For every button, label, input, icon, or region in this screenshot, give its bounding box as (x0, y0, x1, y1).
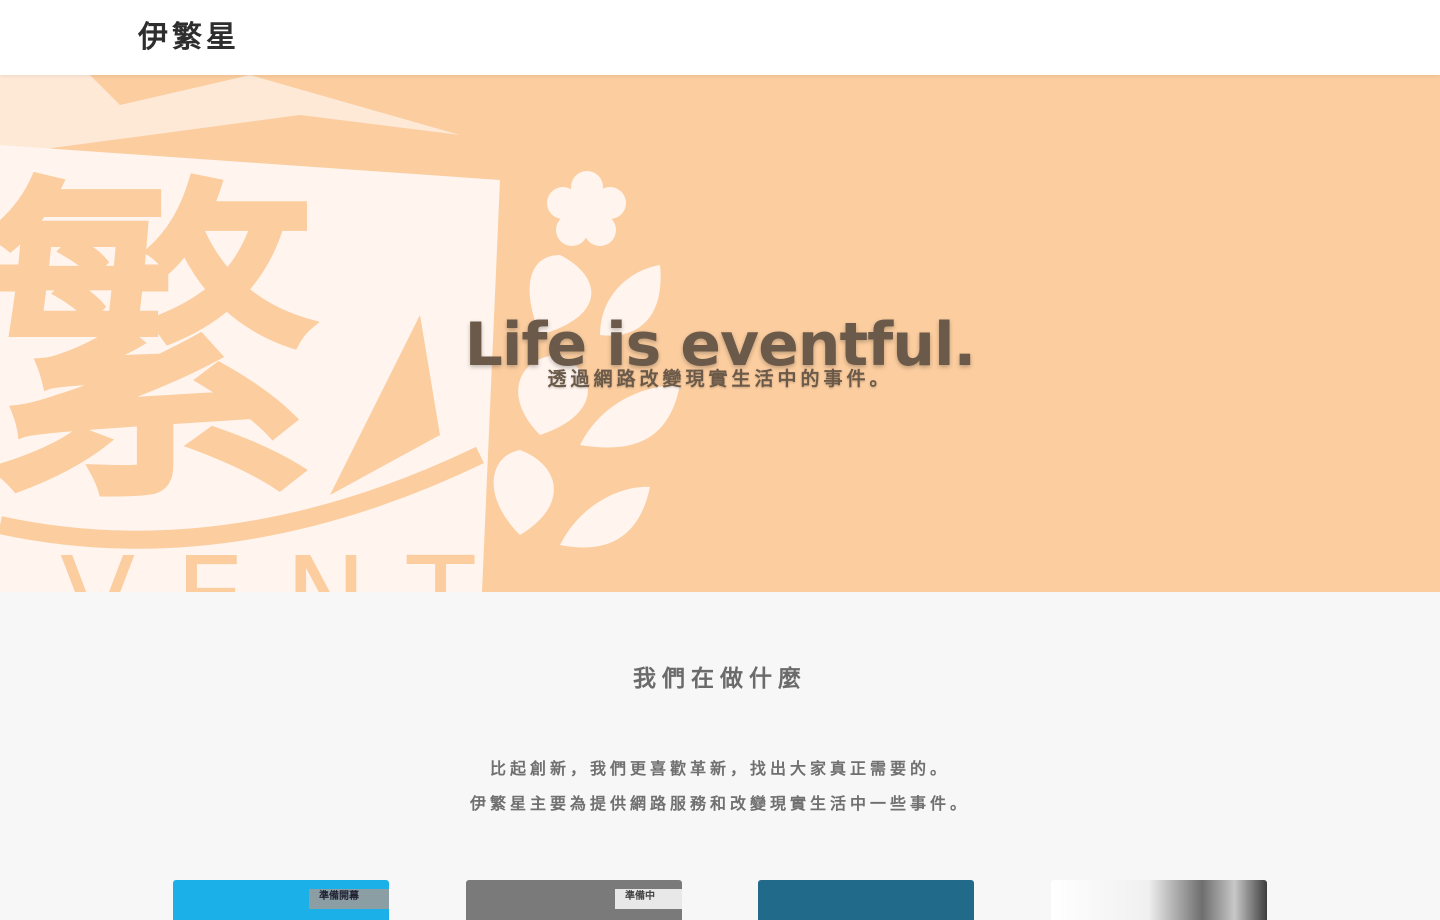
hero-banner: 繁 VENTS Life is eventful. 透過網路改變現實生活中的事件… (0, 75, 1440, 592)
project-card-3[interactable] (758, 880, 974, 920)
project-card-1[interactable]: 準備開幕 (173, 880, 389, 920)
about-title: 我們在做什麼 (633, 666, 807, 693)
card-status-badge: 準備中 (615, 889, 682, 909)
logo-bottom-text: VENTS (60, 533, 624, 592)
brand-logo-link[interactable]: 伊繁星 (138, 18, 240, 58)
project-card-2[interactable]: 準備中 (466, 880, 682, 920)
top-navbar: 伊繁星 (0, 0, 1440, 75)
leaf-branch-icon (493, 255, 680, 548)
card-status-badge: 準備開幕 (309, 889, 389, 909)
about-section: 我們在做什麼 比起創新，我們更喜歡革新，找出大家真正需要的。 伊繁星主要為提供網… (0, 592, 1440, 900)
flower-icon (547, 171, 626, 246)
about-description-line-2: 伊繁星主要為提供網路服務和改變現實生活中一些事件。 (469, 794, 970, 813)
project-card-4[interactable] (1051, 880, 1267, 920)
hero-subtitle: 透過網路改變現實生活中的事件。 (547, 368, 893, 390)
about-description-line-1: 比起創新，我們更喜歡革新，找出大家真正需要的。 (489, 759, 950, 778)
